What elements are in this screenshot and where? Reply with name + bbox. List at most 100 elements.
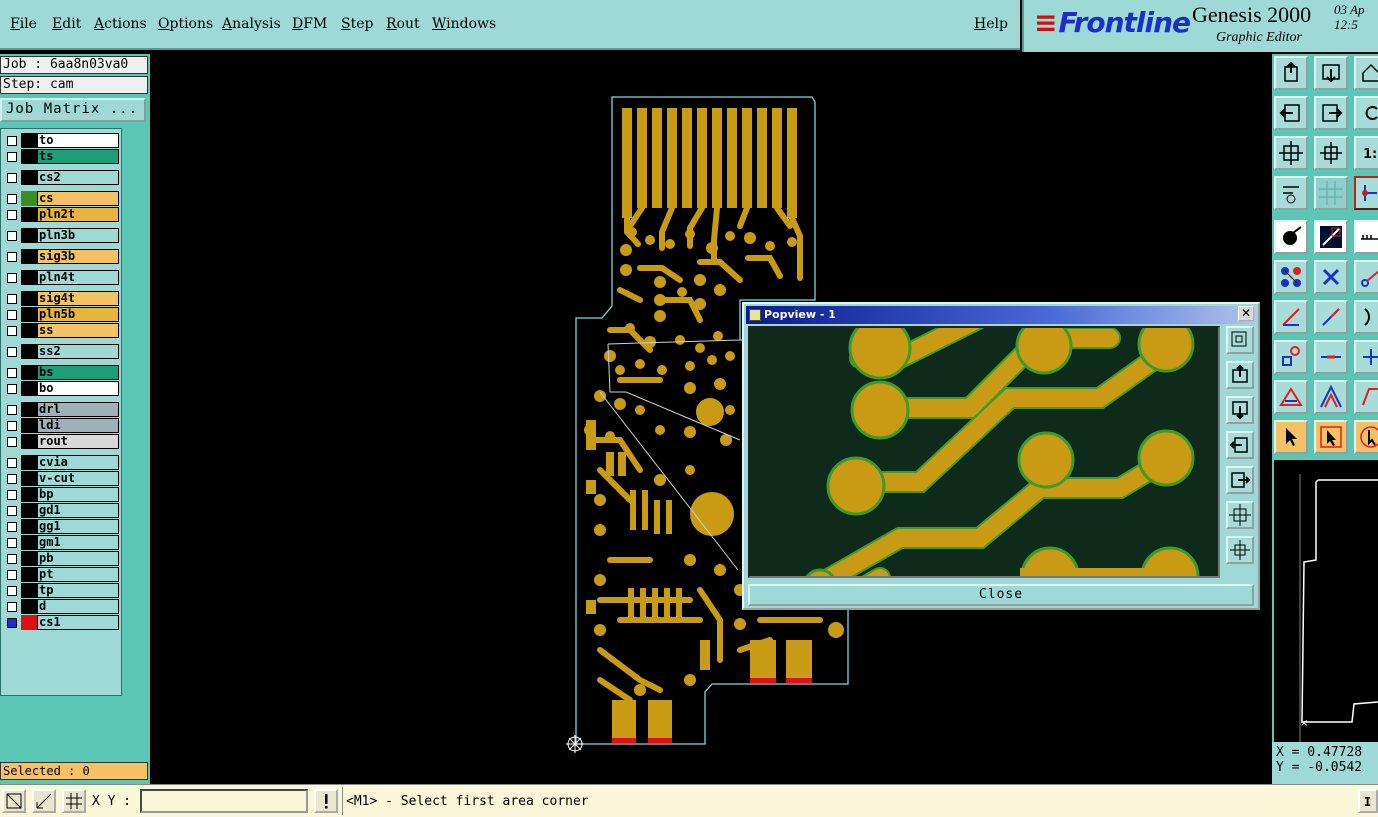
fillet-icon[interactable] (1354, 380, 1378, 414)
layer-name[interactable]: gg1 (37, 519, 119, 534)
layer-name[interactable]: cs2 (37, 170, 119, 185)
layer-checkbox[interactable] (7, 194, 17, 204)
layer-color-swatch[interactable] (21, 519, 37, 534)
menu-actions[interactable]: Actions (94, 16, 147, 32)
layer-row-bo[interactable]: bo (4, 381, 120, 396)
layer-color-swatch[interactable] (21, 535, 37, 550)
xy-input[interactable] (140, 789, 308, 813)
layer-name[interactable]: d (37, 599, 119, 614)
menu-step[interactable]: Step (341, 16, 373, 32)
layer-color-swatch[interactable] (21, 381, 37, 396)
arc-icon[interactable] (1354, 300, 1378, 334)
layer-row-to[interactable]: to (4, 133, 120, 148)
layer-name[interactable]: pb (37, 551, 119, 566)
layer-checkbox[interactable] (7, 405, 17, 415)
layer-checkbox[interactable] (7, 326, 17, 336)
close-button[interactable]: Close (748, 584, 1254, 606)
layer-row-v-cut[interactable]: v-cut (4, 471, 120, 486)
layer-color-swatch[interactable] (21, 583, 37, 598)
layer-name[interactable]: rout (37, 434, 119, 449)
layer-color-swatch[interactable] (21, 228, 37, 243)
snap-icon[interactable] (1354, 176, 1378, 210)
layer-row-bs[interactable]: bs (4, 365, 120, 380)
zoom-in-icon[interactable] (1314, 136, 1348, 170)
home-icon[interactable] (1354, 56, 1378, 90)
layer-checkbox[interactable] (7, 310, 17, 320)
measure-icon[interactable] (1274, 176, 1308, 210)
layer-row-bp[interactable]: bp (4, 487, 120, 502)
split-icon[interactable] (1354, 340, 1378, 374)
layer-name[interactable]: pln5b (37, 307, 119, 322)
layer-checkbox[interactable] (7, 347, 17, 357)
layer-row-sig3b[interactable]: sig3b (4, 249, 120, 264)
layer-row-gg1[interactable]: gg1 (4, 519, 120, 534)
grid-toggle-icon[interactable] (62, 789, 86, 813)
layer-row-cvia[interactable]: cvia (4, 455, 120, 470)
layer-row-rout[interactable]: rout (4, 434, 120, 449)
layer-checkbox[interactable] (7, 152, 17, 162)
layer-color-swatch[interactable] (21, 599, 37, 614)
layer-name[interactable]: pln2t (37, 207, 119, 222)
layer-color-swatch[interactable] (21, 249, 37, 264)
layer-row-drl[interactable]: drl (4, 402, 120, 417)
select-box-icon[interactable] (1314, 420, 1348, 454)
layer-name[interactable]: cvia (37, 455, 119, 470)
close-icon[interactable]: ✕ (1238, 306, 1254, 321)
layer-name[interactable]: sig3b (37, 249, 119, 264)
layer-row-pln5b[interactable]: pln5b (4, 307, 120, 322)
info-button[interactable]: I (1358, 789, 1378, 813)
layer-row-ldi[interactable]: ldi (4, 418, 120, 433)
layer-name[interactable]: ss (37, 323, 119, 338)
popview-pan-left-icon[interactable] (1226, 431, 1254, 459)
layer-name[interactable]: ss2 (37, 344, 119, 359)
pan-right-icon[interactable] (1314, 96, 1348, 130)
layer-name[interactable]: ldi (37, 418, 119, 433)
alert-icon[interactable] (314, 789, 338, 813)
layer-checkbox[interactable] (7, 586, 17, 596)
cut-line-icon[interactable] (1314, 340, 1348, 374)
layer-color-swatch[interactable] (21, 471, 37, 486)
layer-checkbox[interactable] (7, 368, 17, 378)
layer-color-swatch[interactable] (21, 402, 37, 417)
popview-zoom-icon[interactable] (1226, 326, 1254, 354)
layer-row-ss[interactable]: ss (4, 323, 120, 338)
layer-name[interactable]: pln3b (37, 228, 119, 243)
layer-row-pt[interactable]: pt (4, 567, 120, 582)
delete-icon[interactable] (1314, 260, 1348, 294)
layer-checkbox[interactable] (7, 273, 17, 283)
layer-checkbox[interactable] (7, 210, 17, 220)
layer-checkbox[interactable] (7, 421, 17, 431)
popview-canvas[interactable] (748, 326, 1220, 578)
layer-checkbox[interactable] (7, 506, 17, 516)
layer-row-cs2[interactable]: cs2 (4, 170, 120, 185)
layer-name[interactable]: bs (37, 365, 119, 380)
menu-edit[interactable]: Edit (52, 16, 81, 32)
layer-checkbox[interactable] (7, 554, 17, 564)
layer-color-swatch[interactable] (21, 455, 37, 470)
slope-icon[interactable] (1274, 300, 1308, 334)
layer-color-swatch[interactable] (21, 567, 37, 582)
layer-row-pln2t[interactable]: pln2t (4, 207, 120, 222)
layer-name[interactable]: tp (37, 583, 119, 598)
layer-checkbox[interactable] (7, 231, 17, 241)
layer-row-ss2[interactable]: ss2 (4, 344, 120, 359)
layer-color-swatch[interactable] (21, 487, 37, 502)
layer-color-swatch[interactable] (21, 323, 37, 338)
popview-titlebar[interactable]: Popview - 1 (746, 306, 1256, 324)
layer-checkbox[interactable] (7, 173, 17, 183)
ruler-icon[interactable] (1354, 220, 1378, 254)
pan-left-icon[interactable] (1274, 96, 1308, 130)
popview-pan-up-icon[interactable] (1226, 361, 1254, 389)
layer-color-swatch[interactable] (21, 133, 37, 148)
layer-row-cs[interactable]: cs (4, 191, 120, 206)
layer-color-swatch[interactable] (21, 344, 37, 359)
layer-checkbox[interactable] (7, 570, 17, 580)
menu-rout[interactable]: Rout (386, 16, 420, 32)
layer-checkbox[interactable] (7, 538, 17, 548)
layer-row-pb[interactable]: pb (4, 551, 120, 566)
measure-tool-icon[interactable] (32, 789, 56, 813)
menu-file[interactable]: File (10, 16, 37, 32)
layer-name[interactable]: gd1 (37, 503, 119, 518)
layer-checkbox[interactable] (7, 437, 17, 447)
layer-checkbox[interactable] (7, 522, 17, 532)
